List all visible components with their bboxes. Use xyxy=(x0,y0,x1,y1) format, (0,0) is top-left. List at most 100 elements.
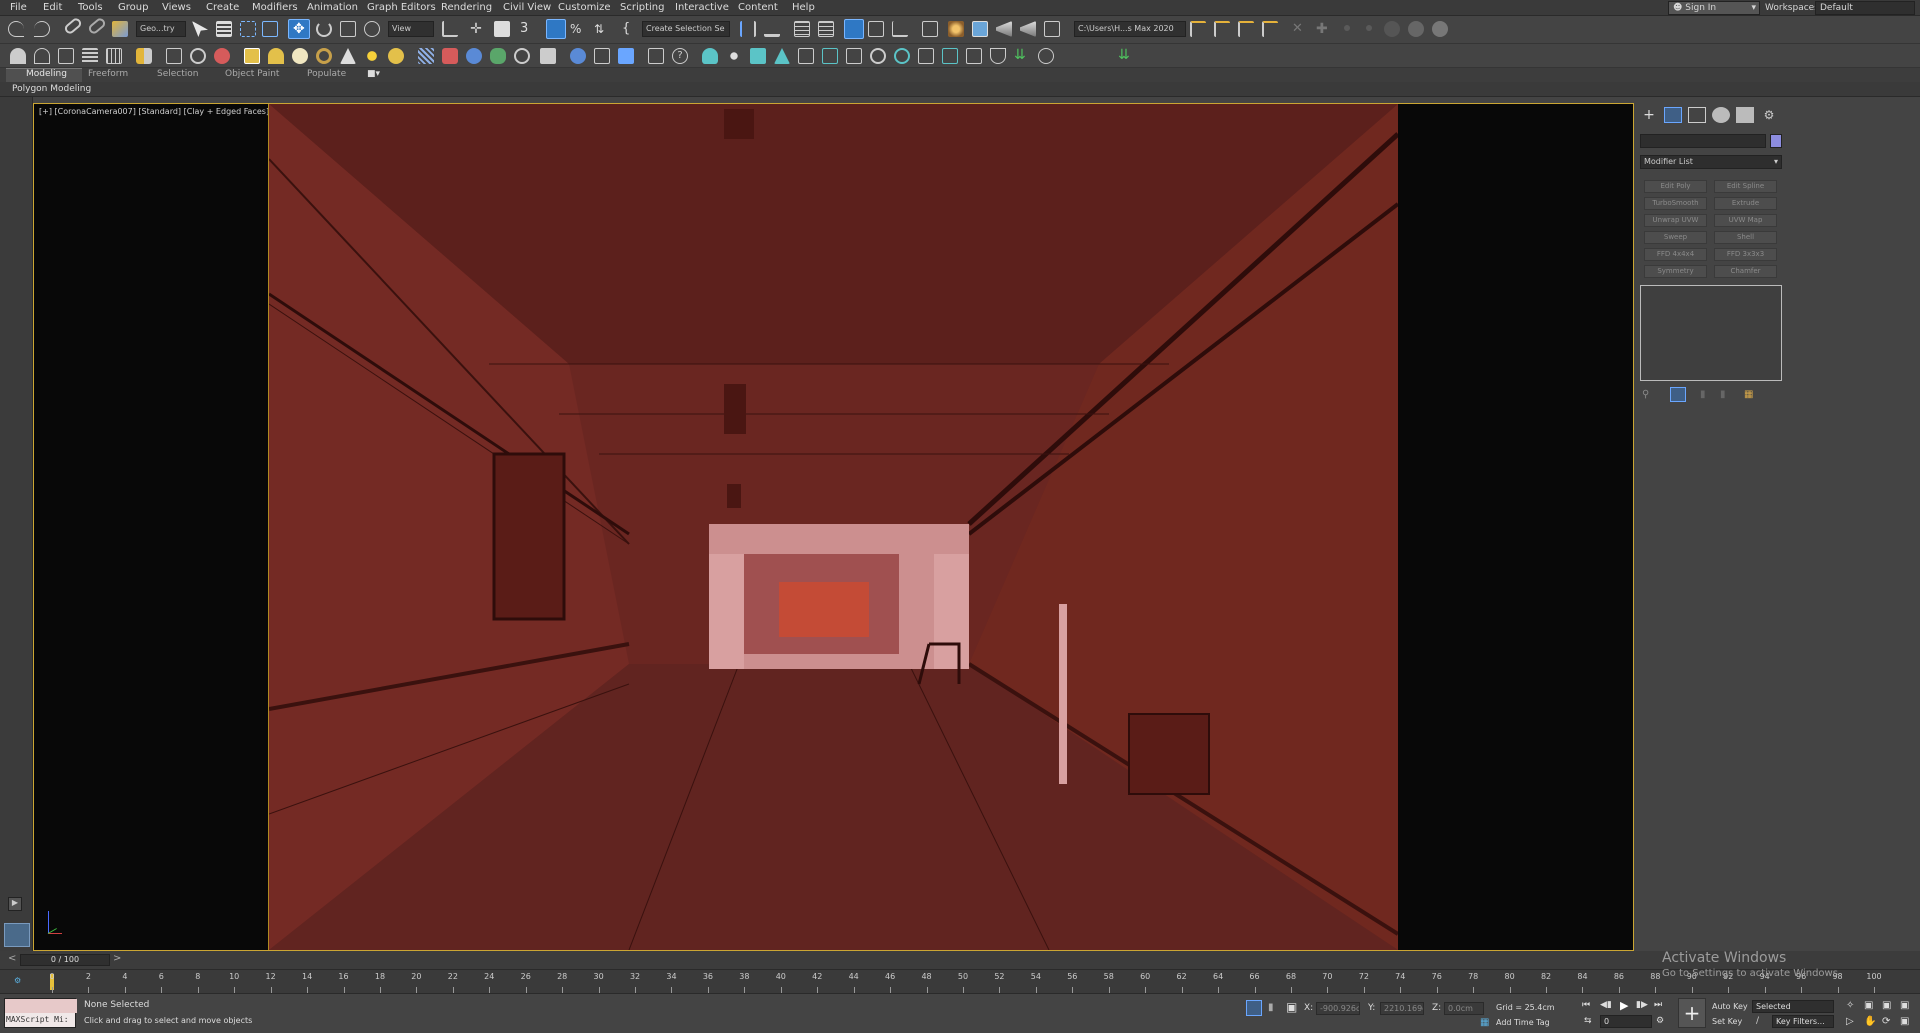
tree-icon[interactable] xyxy=(490,48,506,64)
render-production-icon[interactable] xyxy=(996,21,1012,37)
remove-modifier-icon[interactable]: ▮ xyxy=(1720,389,1726,400)
modifier-list-dropdown[interactable]: Modifier List ▾ xyxy=(1640,155,1782,169)
mirror-icon[interactable] xyxy=(740,21,756,37)
corona-circle-icon[interactable] xyxy=(1432,21,1448,37)
tab-object-paint[interactable]: Object Paint xyxy=(225,69,279,79)
camera-view-render[interactable] xyxy=(268,104,1400,951)
time-slider[interactable]: < 0 / 100 > xyxy=(0,951,1920,969)
key-filters-button[interactable]: Key Filters... xyxy=(1772,1015,1834,1028)
ribbon-toggle-icon[interactable] xyxy=(844,19,864,39)
menu-help[interactable]: Help xyxy=(792,2,815,13)
align-icon[interactable] xyxy=(764,21,780,37)
sphere-primitive-icon[interactable] xyxy=(292,48,308,64)
material-assign-icon[interactable] xyxy=(594,48,610,64)
time-slider-handle[interactable]: 0 / 100 xyxy=(20,954,110,966)
render-in-cloud-icon[interactable] xyxy=(1044,21,1060,37)
corona-lister-icon[interactable] xyxy=(894,48,910,64)
menu-customize[interactable]: Customize xyxy=(558,2,611,13)
select-and-rotate-icon[interactable] xyxy=(316,21,332,37)
double-chevron-down-icon[interactable]: ⇊ xyxy=(1118,48,1134,64)
reference-coordinate-dropdown[interactable]: View xyxy=(388,21,434,37)
corona-circle-icon[interactable] xyxy=(1408,21,1424,37)
set-key-button[interactable]: Set Key xyxy=(1712,1017,1742,1026)
corona-pattern-icon[interactable] xyxy=(942,48,958,64)
corona-light-icon[interactable] xyxy=(702,48,718,64)
menu-graph-editors[interactable]: Graph Editors xyxy=(367,2,436,13)
zoom-extents-all-icon[interactable]: ▣ xyxy=(1900,1000,1909,1011)
material-editor-icon[interactable] xyxy=(922,21,938,37)
go-to-start-icon[interactable]: ⏮ xyxy=(1582,1000,1590,1010)
object-color-swatch[interactable] xyxy=(1770,134,1782,148)
corona-cloud-icon[interactable] xyxy=(990,48,1006,64)
selection-lock-icon[interactable]: ▮ xyxy=(1268,1002,1274,1013)
x-coordinate-field[interactable]: -900.926cm xyxy=(1316,1002,1360,1015)
dome-primitive-icon[interactable] xyxy=(268,48,284,64)
open-project-icon[interactable] xyxy=(1190,21,1206,37)
shape-icon[interactable] xyxy=(34,48,50,64)
menu-group[interactable]: Group xyxy=(118,2,148,13)
material-browser-icon[interactable] xyxy=(618,48,634,64)
menu-create[interactable]: Create xyxy=(206,2,239,13)
maximize-viewport-icon[interactable]: ▣ xyxy=(1900,1016,1909,1027)
sky-icon[interactable] xyxy=(388,48,404,64)
menu-animation[interactable]: Animation xyxy=(307,2,358,13)
edit-named-selection-icon[interactable]: { xyxy=(622,21,638,37)
key-filter-icon[interactable]: ∕ xyxy=(1756,1016,1759,1026)
show-end-result-icon[interactable] xyxy=(1670,387,1686,402)
bind-space-warp-icon[interactable] xyxy=(112,21,128,37)
mini-curve-editor-icon[interactable]: ⚙ xyxy=(14,976,21,985)
next-key-icon[interactable]: ▮▶ xyxy=(1636,1000,1648,1010)
modifier-icon[interactable] xyxy=(58,48,74,64)
menu-edit[interactable]: Edit xyxy=(43,2,62,13)
workspace-select[interactable]: Default xyxy=(1815,1,1915,15)
modifier-stack[interactable] xyxy=(1640,285,1782,381)
double-chevron-down-icon[interactable]: ⇊ xyxy=(1014,48,1030,64)
modifier-button-uvw-map[interactable]: UVW Map xyxy=(1714,214,1777,227)
undo-icon[interactable] xyxy=(8,21,24,37)
add-time-tag[interactable]: Add Time Tag xyxy=(1496,1018,1550,1027)
play-animation-icon[interactable]: ▶ xyxy=(1620,999,1628,1012)
schematic-view-icon[interactable] xyxy=(892,21,908,37)
particle-icon[interactable] xyxy=(418,48,434,64)
field-of-view-icon[interactable]: ▷ xyxy=(1846,1016,1854,1027)
corona-lightmix-icon[interactable] xyxy=(870,48,886,64)
keyboard-shortcut-icon[interactable] xyxy=(494,21,510,37)
render-setup-icon[interactable] xyxy=(948,21,964,37)
link-icon[interactable] xyxy=(62,16,84,36)
z-coordinate-field[interactable]: 0.0cm xyxy=(1444,1002,1484,1015)
modifier-button-extrude[interactable]: Extrude xyxy=(1714,197,1777,210)
modify-tab-icon[interactable] xyxy=(1664,107,1682,123)
lightbulb-icon[interactable] xyxy=(1038,48,1054,64)
previous-key-icon[interactable]: ◀▮ xyxy=(1600,1000,1612,1010)
zoom-icon[interactable]: ✧ xyxy=(1846,1000,1854,1011)
torus-primitive-icon[interactable] xyxy=(316,48,332,64)
set-keys-icon[interactable]: + xyxy=(1678,998,1706,1028)
angle-snap-icon[interactable] xyxy=(546,19,566,39)
create-tab-icon[interactable]: + xyxy=(1640,107,1658,123)
tab-selection[interactable]: Selection xyxy=(157,69,198,79)
corona-decal-icon[interactable] xyxy=(822,48,838,64)
modifier-button-edit-spline[interactable]: Edit Spline xyxy=(1714,180,1777,193)
layer-explorer-icon[interactable] xyxy=(818,21,834,37)
y-coordinate-field[interactable]: 2210.169cm xyxy=(1380,1002,1424,1015)
zoom-extents-icon[interactable]: ▣ xyxy=(1882,1000,1891,1011)
corona-scatter-icon[interactable] xyxy=(966,48,982,64)
group-icon[interactable] xyxy=(136,48,152,64)
absolute-mode-icon[interactable]: ▣ xyxy=(1286,1000,1297,1014)
curve-editor-icon[interactable] xyxy=(868,21,884,37)
red-object-icon[interactable] xyxy=(442,48,458,64)
window-crossing-icon[interactable] xyxy=(262,21,278,37)
corona-tool-icon[interactable]: ✕ xyxy=(1292,21,1308,37)
modifier-button-ffd-4x4x4[interactable]: FFD 4x4x4 xyxy=(1644,248,1707,261)
list-icon[interactable] xyxy=(82,48,98,64)
menu-civil-view[interactable]: Civil View xyxy=(503,2,551,13)
spinner-snap-icon[interactable]: ⇅ xyxy=(594,21,610,37)
redo-icon[interactable] xyxy=(34,21,50,37)
menu-scripting[interactable]: Scripting xyxy=(620,2,664,13)
corona-plus-icon[interactable]: ✚ xyxy=(1316,21,1332,37)
corona-volume-icon[interactable] xyxy=(846,48,862,64)
pin-stack-icon[interactable]: ⚲ xyxy=(1642,389,1649,400)
menu-modifiers[interactable]: Modifiers xyxy=(252,2,298,13)
project-settings-icon[interactable] xyxy=(1262,21,1278,37)
red-tool-icon[interactable] xyxy=(214,48,230,64)
